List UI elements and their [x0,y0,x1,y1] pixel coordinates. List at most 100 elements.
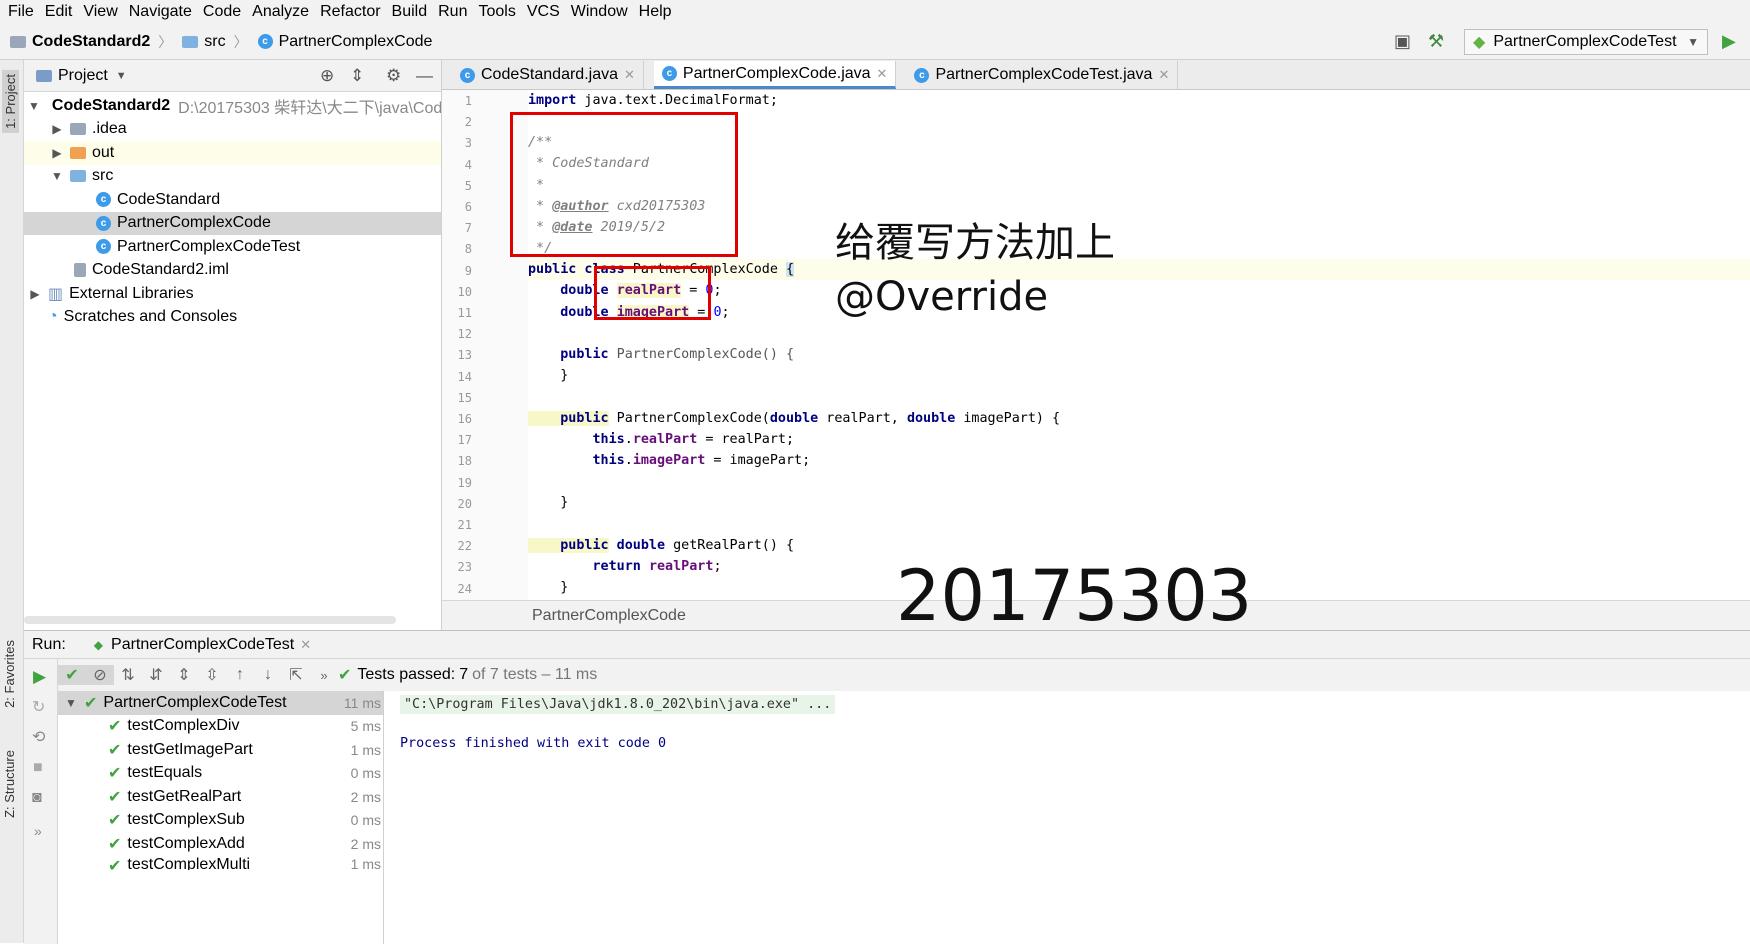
breadcrumb-project[interactable]: CodeStandard2 〉 [10,32,172,52]
close-icon[interactable]: ✕ [624,67,635,83]
code-line-20: } [528,495,569,510]
tree-item-external-libraries[interactable]: ▶ ▥ External Libraries [24,282,441,306]
test-row[interactable]: ✔ testComplexSub 0 ms [58,809,383,833]
horizontal-scrollbar[interactable] [24,616,396,624]
tab-codestandard[interactable]: c CodeStandard.java ✕ [452,61,644,89]
more-icon[interactable]: » [310,668,338,683]
check-icon: ✔ [108,765,122,783]
line-number: 16 [457,412,472,426]
tree-root[interactable]: ▼ CodeStandard2 D:\20175303 柴轩达\大二下\java\C… [24,94,441,118]
rerun-icon[interactable]: ▶ [33,667,46,687]
line-number: 7 [464,221,472,236]
check-icon: ✔ [84,694,98,712]
menu-run[interactable]: Run [438,3,467,21]
stop-icon[interactable]: ■ [33,759,43,777]
tree-item-iml[interactable]: CodeStandard2.iml [24,259,441,283]
build-hammer-icon[interactable]: ⚒ [1428,31,1444,52]
expand-all-icon[interactable]: ⇕ [170,665,198,685]
console-command-line: "C:\Program Files\Java\jdk1.8.0_202\bin\… [400,695,836,714]
menu-build[interactable]: Build [392,3,428,21]
tab-favorites[interactable]: 2: Favorites [2,640,17,708]
export-icon[interactable]: ⇱ [282,665,310,685]
test-row[interactable]: ✔ testComplexMulti 1 ms [58,856,383,870]
tree-item-idea[interactable]: ▶ .idea [24,118,441,142]
tree-item-out[interactable]: ▶ out [24,141,441,165]
menu-window[interactable]: Window [571,3,628,21]
folder-icon [70,123,86,136]
menu-view[interactable]: View [83,3,117,21]
locate-icon[interactable]: ⊕ [320,66,334,86]
test-row[interactable]: ✔ testComplexAdd 2 ms [58,832,383,856]
test-row[interactable]: ✔ testEquals 0 ms [58,762,383,786]
chevron-right-icon: ▶ [52,122,62,137]
menu-navigate[interactable]: Navigate [129,3,192,21]
test-row[interactable]: ✔ testGetRealPart 2 ms [58,785,383,809]
run-panel-header: Run: ◆ PartnerComplexCodeTest ✕ [24,631,1750,659]
tree-item-partnercomplexcodetest[interactable]: c PartnerComplexCodeTest [24,235,441,259]
menu-analyze[interactable]: Analyze [252,3,309,21]
tests-status-prefix: Tests passed: [357,666,456,683]
breadcrumb-src[interactable]: src 〉 [182,32,248,52]
annotation-text-override: @Override [835,274,1049,320]
run-toolbar: ✔ ⊘ ⇅ ⇵ ⇕ ⇳ ↑ ↓ ⇱ » ✔ Tests passed: 7 of… [58,659,1750,691]
close-icon[interactable]: ✕ [300,637,311,653]
project-structure-icon[interactable]: ▣ [1394,31,1411,52]
tab-partnercomplexcodetest[interactable]: c PartnerComplexCodeTest.java ✕ [906,61,1179,89]
sort-alpha-icon[interactable]: ⇅ [114,665,142,685]
camera-icon[interactable]: ◙ [32,789,42,807]
project-view-icon [36,69,52,82]
menu-edit[interactable]: Edit [45,3,73,21]
previous-icon[interactable]: ↑ [226,666,254,684]
tests-passed-count: 7 [459,666,469,683]
chevron-down-icon[interactable]: ▼ [116,70,127,82]
run-tab[interactable]: PartnerComplexCodeTest [111,636,294,654]
close-icon[interactable]: ✕ [1158,67,1169,83]
project-view-title[interactable]: Project [58,67,108,85]
more-icon[interactable]: » [34,823,42,839]
rerun-failed-icon[interactable]: ↻ [32,697,45,717]
menu-file[interactable]: File [8,3,34,21]
tab-structure[interactable]: Z: Structure [2,750,17,818]
close-icon[interactable]: ✕ [877,66,888,82]
menu-code[interactable]: Code [203,3,241,21]
tree-item-partnercomplexcode[interactable]: c PartnerComplexCode [24,211,441,235]
check-icon: ✔ [108,788,122,806]
toggle-auto-test-icon[interactable]: ⟲ [32,727,45,747]
chevron-right-icon: ▶ [30,286,40,301]
next-icon[interactable]: ↓ [254,666,282,684]
breadcrumb-file[interactable]: c PartnerComplexCode [257,33,432,51]
show-passed-icon[interactable]: ✔ [58,665,86,685]
navigation-bar: CodeStandard2 〉 src 〉 c PartnerComplexCode … [0,24,1750,60]
run-configuration-select[interactable]: ◆ PartnerComplexCodeTest ▼ [1464,29,1708,55]
tab-project[interactable]: 1: Project [2,70,19,133]
menu-tools[interactable]: Tools [478,3,515,21]
menu-refactor[interactable]: Refactor [320,3,380,21]
test-suite-row[interactable]: ▼ ✔ PartnerComplexCodeTest 11 ms [58,691,383,715]
tree-item-codestandard[interactable]: c CodeStandard [24,188,441,212]
test-row[interactable]: ✔ testComplexDiv 5 ms [58,715,383,739]
gear-icon[interactable]: ⚙ [386,66,401,86]
hide-icon[interactable]: — [416,66,433,86]
console-output[interactable]: "C:\Program Files\Java\jdk1.8.0_202\bin\… [400,691,836,751]
class-icon: c [914,67,930,83]
iml-file-icon [74,263,86,278]
menu-help[interactable]: Help [639,3,672,21]
sort-duration-icon[interactable]: ⇵ [142,665,170,685]
tab-partnercomplexcode[interactable]: c PartnerComplexCode.java ✕ [653,61,897,89]
test-row[interactable]: ✔ testGetImagePart 1 ms [58,738,383,762]
tree-item-scratches[interactable]: ◔ Scratches and Consoles [24,306,441,330]
collapse-all-icon[interactable]: ⇕ [350,66,364,86]
show-ignored-icon[interactable]: ⊘ [86,665,114,685]
check-icon: ✔ [338,667,352,684]
test-tree: ▼ ✔ PartnerComplexCodeTest 11 ms ✔ testCompl… [58,691,384,944]
menu-vcs[interactable]: VCS [527,3,560,21]
collapse-all-icon[interactable]: ⇳ [198,665,226,685]
line-number: 18 [457,454,472,469]
line-number: 3 [464,136,472,151]
line-number: 12 [457,327,472,342]
run-icon[interactable]: ▶ [1722,31,1736,52]
tree-item-src[interactable]: ▼ src [24,165,441,189]
line-number: 24 [457,581,472,596]
chevron-right-icon: ▶ [52,145,62,160]
tests-status-suffix: of 7 tests – 11 ms [472,666,598,683]
